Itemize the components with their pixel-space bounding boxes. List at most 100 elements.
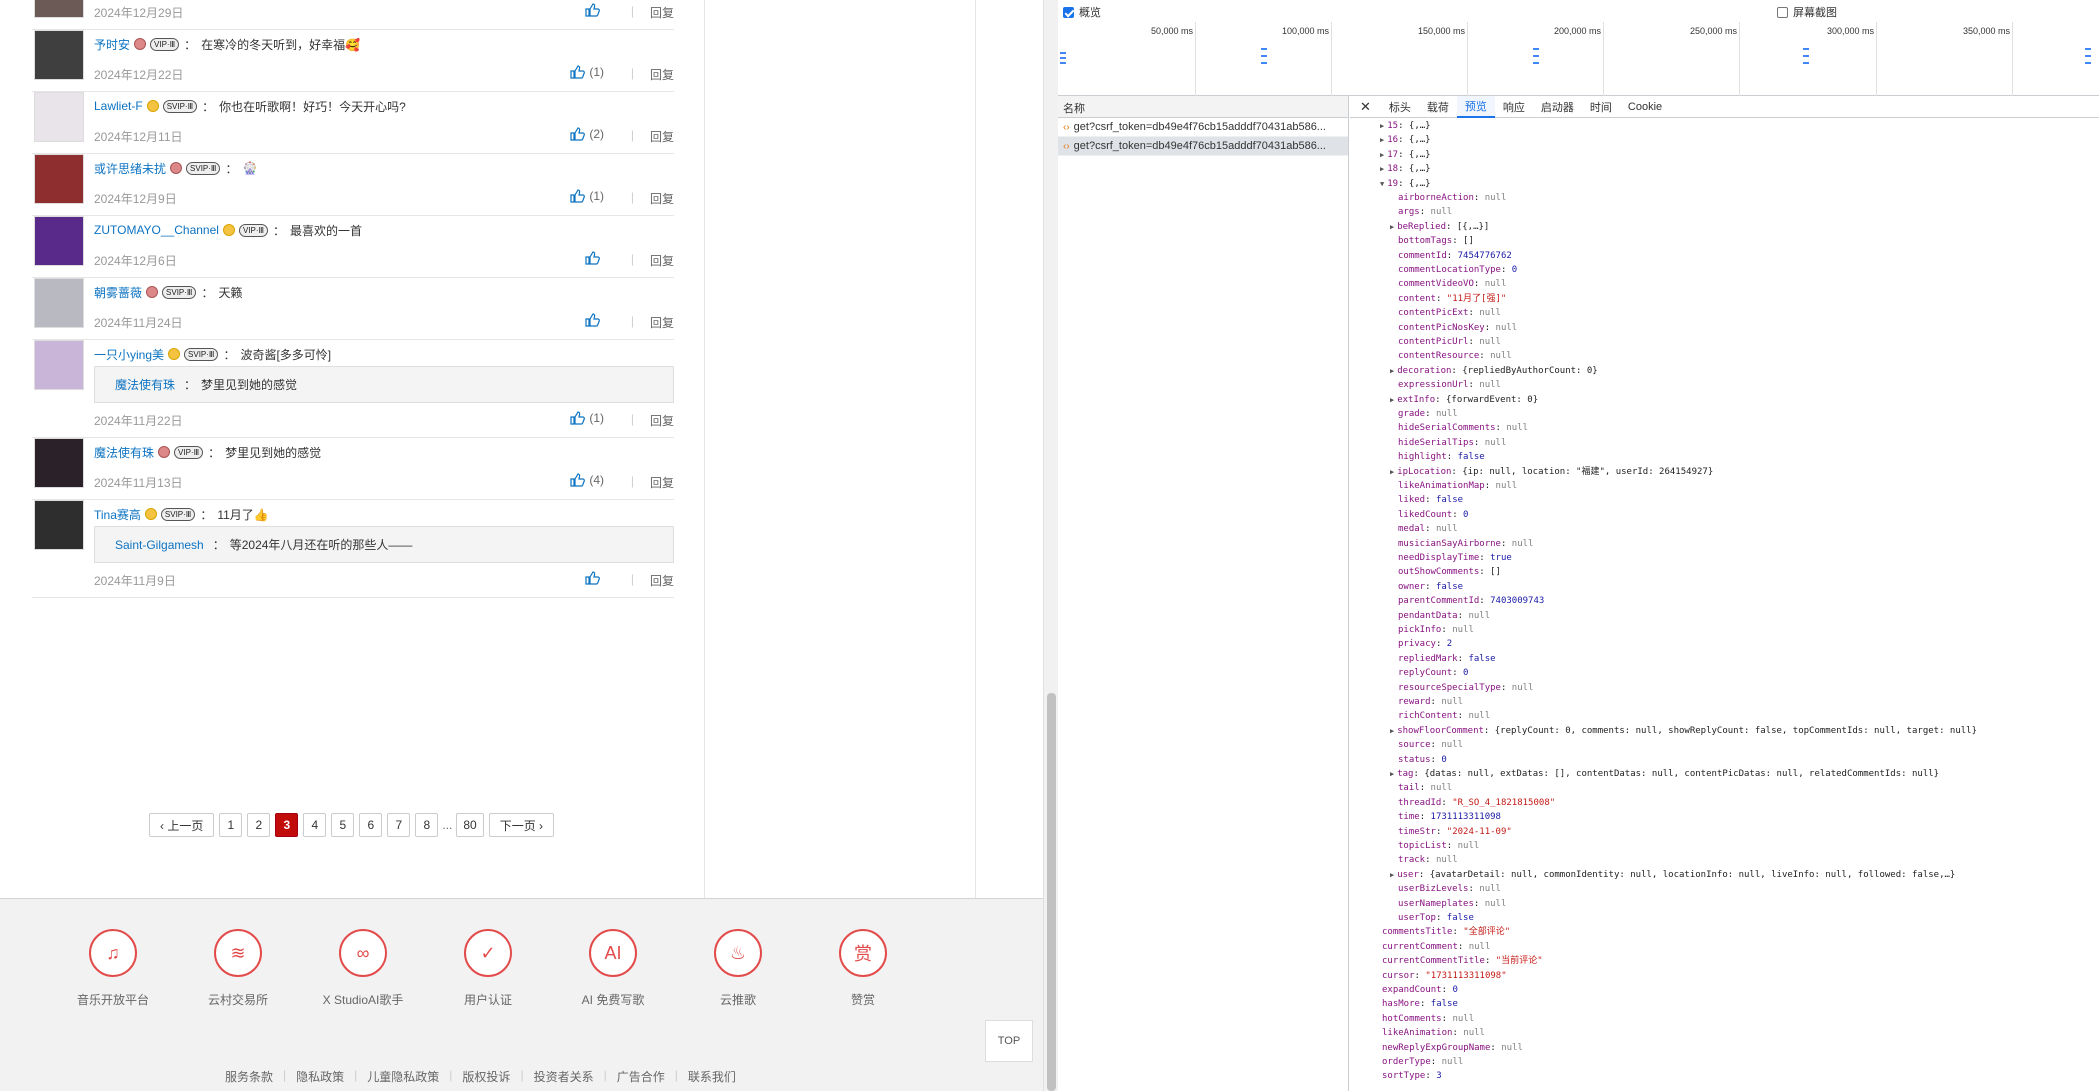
close-icon[interactable]: ✕ <box>1350 99 1381 115</box>
prev-page-button[interactable]: ‹ 上一页 <box>149 813 215 837</box>
comment-username[interactable]: 予时安 <box>94 36 130 53</box>
json-tree-line[interactable]: ▶ 18: {,…} <box>1380 162 1431 176</box>
screenshot-checkbox[interactable] <box>1777 6 1788 18</box>
json-tree-line[interactable]: ▶ decoration: {repliedByAuthorCount: 0} <box>1390 364 1598 378</box>
footer-link[interactable]: 隐私政策 <box>296 1068 344 1085</box>
json-tree-line[interactable]: ▶ 17: {,…} <box>1380 148 1431 162</box>
name-column-header[interactable]: 名称 <box>1058 96 1348 118</box>
avatar[interactable] <box>34 216 84 266</box>
json-tree-line[interactable]: ▶ ipLocation: {ip: null, location: "福建", … <box>1390 465 1713 479</box>
like-button[interactable] <box>585 571 604 585</box>
json-tree-line[interactable]: ▶ beReplied: [{,…}] <box>1390 220 1489 234</box>
footer-link[interactable]: 联系我们 <box>688 1068 736 1085</box>
comment-username[interactable]: ZUTOMAYO__Channel <box>94 223 219 237</box>
screenshot-toggle[interactable]: 屏幕截图 <box>1777 4 1837 20</box>
json-tree-line[interactable]: ▶ showFloorComment: {replyCount: 0, comme… <box>1390 724 1977 738</box>
footer-link[interactable]: 版权投诉 <box>462 1068 510 1085</box>
comment-username[interactable]: Lawliet-F <box>94 99 143 113</box>
avatar[interactable] <box>34 340 84 390</box>
like-button[interactable]: (1) <box>570 189 604 203</box>
page-scrollbar[interactable] <box>1043 0 1058 1091</box>
tab-2[interactable]: 预览 <box>1456 95 1495 118</box>
avatar[interactable] <box>34 92 84 142</box>
reply-link[interactable]: 回复 <box>650 572 674 589</box>
tab-1[interactable]: 载荷 <box>1419 96 1457 118</box>
reply-link[interactable]: 回复 <box>650 252 674 269</box>
collapsed-arrow-icon[interactable]: ▶ <box>1390 468 1394 476</box>
quoted-username[interactable]: Saint-Gilgamesh <box>115 538 204 552</box>
page-button[interactable]: 7 <box>387 813 411 837</box>
json-tree-line[interactable]: ▶ 16: {,…} <box>1380 133 1431 147</box>
reply-link[interactable]: 回复 <box>650 474 674 491</box>
page-button[interactable]: 6 <box>359 813 383 837</box>
collapsed-arrow-icon[interactable]: ▶ <box>1390 727 1394 735</box>
avatar[interactable] <box>34 278 84 328</box>
reply-link[interactable]: 回复 <box>650 314 674 331</box>
page-button[interactable]: 1 <box>219 813 243 837</box>
tab-0[interactable]: 标头 <box>1381 96 1419 118</box>
footer-item[interactable]: ♨ 云推歌 <box>688 929 788 1008</box>
like-button[interactable] <box>585 251 604 265</box>
comment-username[interactable]: 魔法使有珠 <box>94 444 154 461</box>
collapsed-arrow-icon[interactable]: ▶ <box>1380 136 1384 144</box>
like-button[interactable]: (2) <box>570 127 604 141</box>
comment-username[interactable]: 或许思绪未扰 <box>94 160 166 177</box>
tab-6[interactable]: Cookie <box>1620 96 1670 118</box>
collapsed-arrow-icon[interactable]: ▶ <box>1380 151 1384 159</box>
reply-link[interactable]: 回复 <box>650 412 674 429</box>
collapsed-arrow-icon[interactable]: ▶ <box>1390 223 1394 231</box>
json-tree-line[interactable]: ▶ extInfo: {forwardEvent: 0} <box>1390 393 1538 407</box>
collapsed-arrow-icon[interactable]: ▶ <box>1390 367 1394 375</box>
avatar[interactable] <box>34 438 84 488</box>
page-button[interactable]: 2 <box>247 813 271 837</box>
footer-item[interactable]: ∞ X StudioAI歌手 <box>313 929 413 1008</box>
avatar[interactable] <box>34 30 84 80</box>
page-button[interactable]: 8 <box>415 813 439 837</box>
like-button[interactable]: (1) <box>570 65 604 79</box>
next-page-button[interactable]: 下一页 › <box>488 813 555 837</box>
footer-item[interactable]: ✓ 用户认证 <box>438 929 538 1008</box>
collapsed-arrow-icon[interactable]: ▶ <box>1390 396 1394 404</box>
footer-link[interactable]: 投资者关系 <box>534 1068 594 1085</box>
reply-link[interactable]: 回复 <box>650 4 674 21</box>
overview-toggle[interactable]: 概览 <box>1063 4 1101 20</box>
tab-5[interactable]: 时间 <box>1582 96 1620 118</box>
footer-item[interactable]: AI AI 免费写歌 <box>563 929 663 1008</box>
footer-link[interactable]: 儿童隐私政策 <box>367 1068 439 1085</box>
like-button[interactable]: (4) <box>570 473 604 487</box>
footer-item[interactable]: ♫ 音乐开放平台 <box>63 929 163 1008</box>
reply-link[interactable]: 回复 <box>650 66 674 83</box>
page-button[interactable]: 80 <box>456 813 484 837</box>
like-button[interactable] <box>585 3 604 17</box>
collapsed-arrow-icon[interactable]: ▶ <box>1380 122 1384 130</box>
footer-item[interactable]: ≋ 云村交易所 <box>188 929 288 1008</box>
reply-link[interactable]: 回复 <box>650 190 674 207</box>
collapsed-arrow-icon[interactable]: ▶ <box>1380 165 1384 173</box>
footer-item[interactable]: 赏赞赏 <box>813 929 913 1008</box>
request-row[interactable]: ‹› get?csrf_token=db49e4f76cb15adddf70431… <box>1058 118 1348 137</box>
back-to-top-button[interactable]: TOP <box>985 1020 1033 1062</box>
avatar[interactable] <box>34 0 84 18</box>
comment-username[interactable]: 朝雾蔷薇 <box>94 284 142 301</box>
tab-4[interactable]: 启动器 <box>1533 96 1582 118</box>
footer-link[interactable]: 广告合作 <box>617 1068 665 1085</box>
json-tree-line[interactable]: ▶ tag: {datas: null, extDatas: [], conten… <box>1390 767 1939 781</box>
collapsed-arrow-icon[interactable]: ▶ <box>1390 770 1394 778</box>
comment-username[interactable]: Tina赛高 <box>94 506 141 523</box>
json-tree-line[interactable]: ▼ 19: {,…} <box>1380 177 1431 191</box>
like-button[interactable] <box>585 313 604 327</box>
tab-3[interactable]: 响应 <box>1495 96 1533 118</box>
page-scrollbar-thumb[interactable] <box>1047 693 1056 1091</box>
page-button[interactable]: 5 <box>331 813 355 837</box>
quoted-username[interactable]: 魔法使有珠 <box>115 376 175 393</box>
avatar[interactable] <box>34 154 84 204</box>
reply-link[interactable]: 回复 <box>650 128 674 145</box>
collapsed-arrow-icon[interactable]: ▶ <box>1390 871 1394 879</box>
footer-link[interactable]: 服务条款 <box>225 1068 273 1085</box>
expanded-arrow-icon[interactable]: ▼ <box>1380 180 1384 188</box>
json-tree-line[interactable]: ▶ 15: {,…} <box>1380 119 1431 133</box>
comment-username[interactable]: 一只小ying美 <box>94 346 164 363</box>
request-row[interactable]: ‹› get?csrf_token=db49e4f76cb15adddf70431… <box>1058 137 1348 156</box>
page-button[interactable]: 3 <box>275 813 299 837</box>
avatar[interactable] <box>34 500 84 550</box>
